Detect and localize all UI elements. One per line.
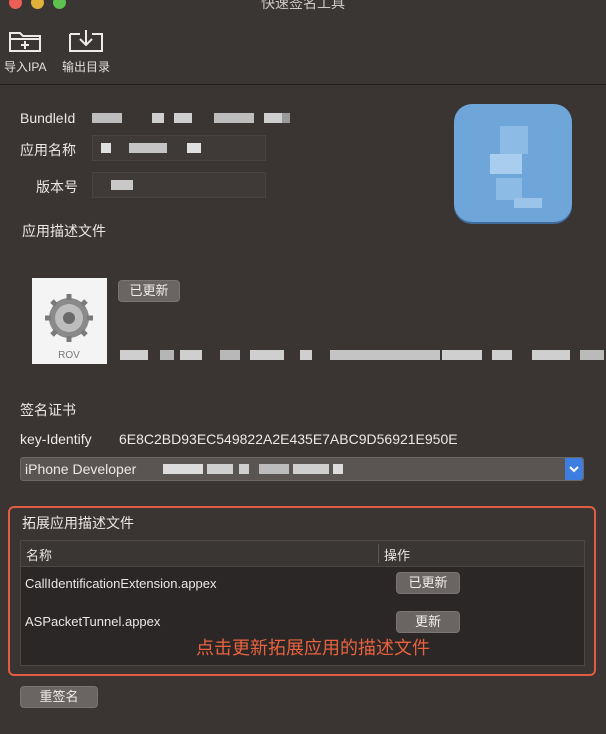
version-label: 版本号 — [36, 179, 78, 195]
folder-plus-icon — [9, 32, 42, 52]
version-field[interactable] — [92, 172, 266, 198]
chevron-down-icon — [569, 466, 579, 473]
select-arrow-button[interactable] — [565, 458, 583, 480]
key-identify-value: 6E8C2BD93EC549822A2E435E7ABC9D56921E950E — [119, 431, 458, 447]
extension-section-label: 拓展应用描述文件 — [22, 515, 134, 531]
download-tray-icon — [69, 30, 103, 52]
provisioning-profile-image: ROV — [32, 278, 107, 364]
profile-updated-button[interactable]: 已更新 — [118, 280, 180, 302]
gear-icon: ROV — [45, 294, 93, 361]
extension-table-header: 名称 操作 — [21, 541, 584, 567]
window-title: 快速签名工具 — [261, 0, 345, 11]
app-icon — [454, 104, 572, 222]
profile-section-label: 应用描述文件 — [22, 223, 106, 239]
cert-section-label: 签名证书 — [20, 402, 76, 418]
certificate-select[interactable]: iPhone Developer — [20, 457, 584, 481]
output-dir-button[interactable]: 输出目录 — [62, 28, 110, 75]
import-ipa-label: 导入IPA — [4, 60, 47, 74]
column-action-header[interactable]: 操作 — [384, 545, 410, 564]
profile-image-caption: ROV — [58, 350, 80, 361]
bundle-id-label: BundleId — [20, 110, 76, 126]
output-dir-label: 输出目录 — [62, 60, 111, 74]
annotation-text: 点击更新拓展应用的描述文件 — [196, 638, 430, 658]
app-name-label: 应用名称 — [20, 142, 76, 158]
titlebar: 快速签名工具 导入IPA 输出目录 — [0, 0, 606, 85]
extension-name: CallIdentificationExtension.appex — [25, 576, 217, 591]
extension-update-button[interactable]: 更新 — [396, 611, 460, 633]
extension-updated-button[interactable]: 已更新 — [396, 572, 460, 594]
extension-name: ASPacketTunnel.appex — [25, 614, 161, 629]
certificate-select-value: iPhone Developer — [25, 461, 137, 477]
key-identify-label: key-Identify — [20, 431, 92, 447]
import-ipa-button[interactable]: 导入IPA — [4, 28, 46, 75]
column-name-header[interactable]: 名称 — [26, 545, 52, 564]
resign-button[interactable]: 重签名 — [20, 686, 98, 708]
app-name-field[interactable] — [92, 135, 266, 161]
